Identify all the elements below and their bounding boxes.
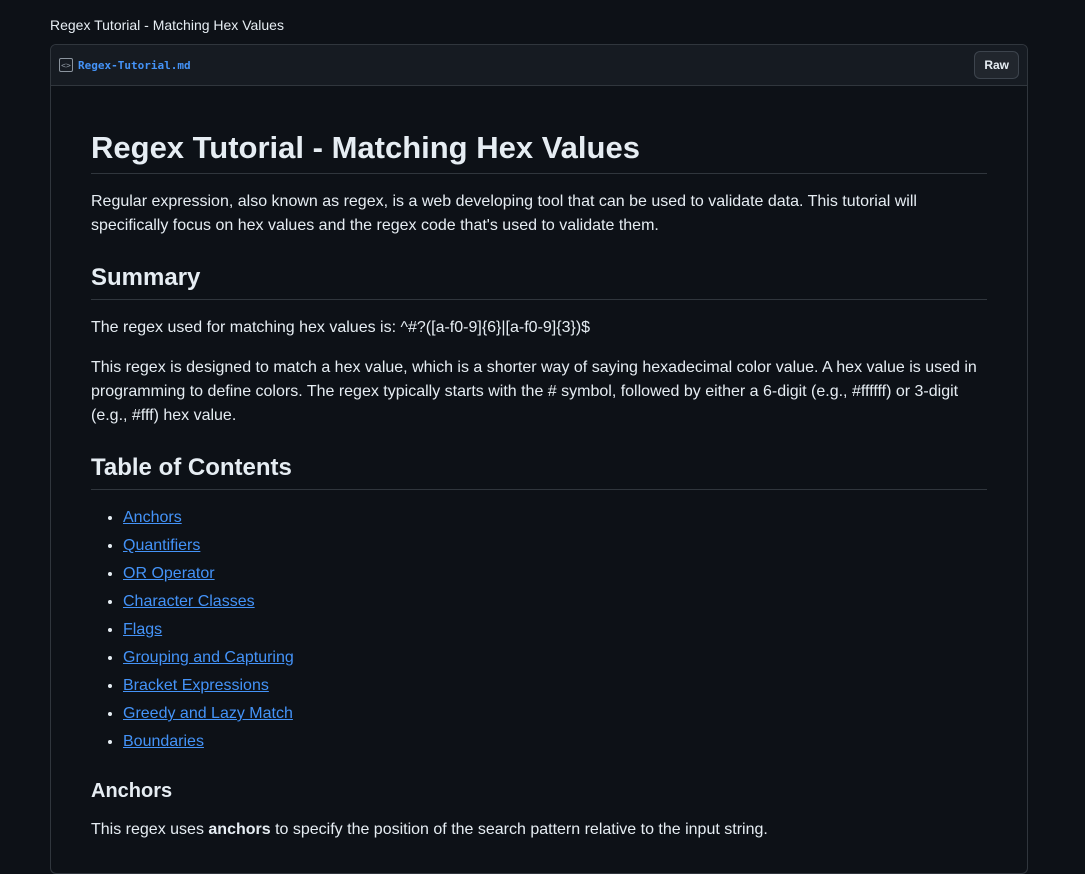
file-viewer: <> Regex-Tutorial.md Raw Regex Tutorial … — [50, 44, 1028, 874]
toc-heading: Table of Contents — [91, 452, 987, 490]
list-item: Anchors — [123, 506, 987, 530]
toc-link-grouping-and-capturing[interactable]: Grouping and Capturing — [123, 649, 294, 666]
toc-link-anchors[interactable]: Anchors — [123, 509, 182, 526]
file-header: <> Regex-Tutorial.md Raw — [51, 45, 1027, 86]
list-item: Flags — [123, 618, 987, 642]
toc-link-or-operator[interactable]: OR Operator — [123, 565, 215, 582]
toc-list: Anchors Quantifiers OR Operator Characte… — [91, 506, 987, 754]
anchors-text-end: to specify the position of the search pa… — [270, 821, 768, 838]
list-item: Grouping and Capturing — [123, 646, 987, 670]
toc-link-bracket-expressions[interactable]: Bracket Expressions — [123, 677, 269, 694]
file-name-link[interactable]: Regex-Tutorial.md — [78, 59, 191, 72]
summary-description-paragraph: This regex is designed to match a hex va… — [91, 359, 977, 424]
anchors-heading: Anchors — [91, 780, 173, 802]
raw-button[interactable]: Raw — [974, 51, 1019, 79]
page-title: Regex Tutorial - Matching Hex Values — [50, 17, 284, 33]
anchors-bold-term: anchors — [208, 821, 271, 838]
list-item: Bracket Expressions — [123, 674, 987, 698]
anchors-text-start: This regex uses — [91, 821, 209, 838]
list-item: OR Operator — [123, 562, 987, 586]
article-title: Regex Tutorial - Matching Hex Values — [91, 128, 987, 174]
code-file-icon: <> — [59, 58, 73, 72]
list-item: Boundaries — [123, 730, 987, 754]
toc-link-character-classes[interactable]: Character Classes — [123, 593, 255, 610]
toc-link-boundaries[interactable]: Boundaries — [123, 733, 204, 750]
list-item: Character Classes — [123, 590, 987, 614]
summary-heading: Summary — [91, 262, 987, 300]
toc-link-quantifiers[interactable]: Quantifiers — [123, 537, 200, 554]
intro-paragraph: Regular expression, also known as regex,… — [91, 193, 917, 234]
list-item: Greedy and Lazy Match — [123, 702, 987, 726]
markdown-body: Regex Tutorial - Matching Hex Values Reg… — [51, 128, 1027, 842]
toc-link-flags[interactable]: Flags — [123, 621, 162, 638]
anchors-paragraph: This regex uses anchors to specify the p… — [91, 818, 987, 842]
toc-link-greedy-and-lazy-match[interactable]: Greedy and Lazy Match — [123, 705, 293, 722]
summary-regex-paragraph: The regex used for matching hex values i… — [91, 319, 591, 336]
list-item: Quantifiers — [123, 534, 987, 558]
